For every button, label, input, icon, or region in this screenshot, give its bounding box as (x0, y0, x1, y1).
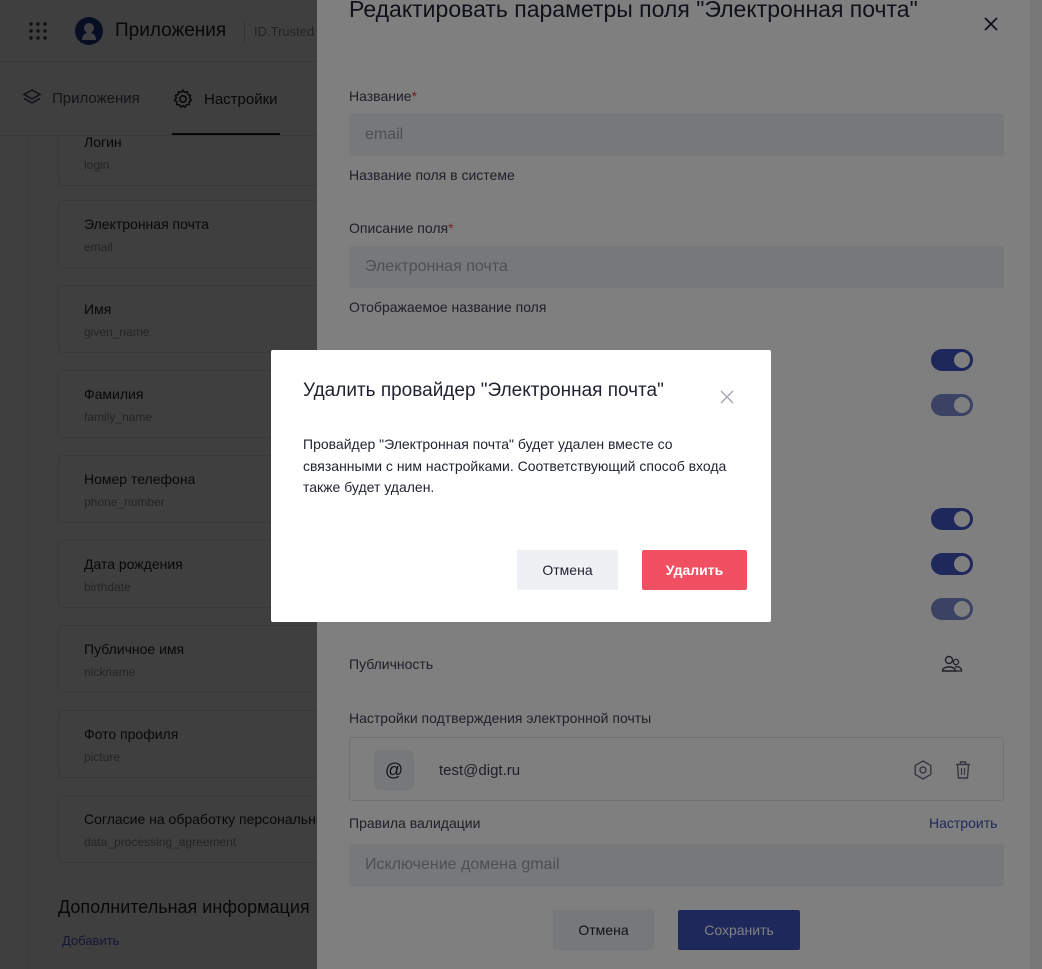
dialog-message: Провайдер "Электронная почта" будет удал… (303, 436, 727, 495)
close-icon[interactable] (720, 390, 734, 404)
dialog-cancel-button[interactable]: Отмена (517, 550, 618, 590)
dialog-delete-button[interactable]: Удалить (642, 550, 747, 590)
delete-provider-dialog: Удалить провайдер "Электронная почта" Пр… (271, 350, 771, 622)
dialog-title: Удалить провайдер "Электронная почта" (303, 380, 664, 401)
